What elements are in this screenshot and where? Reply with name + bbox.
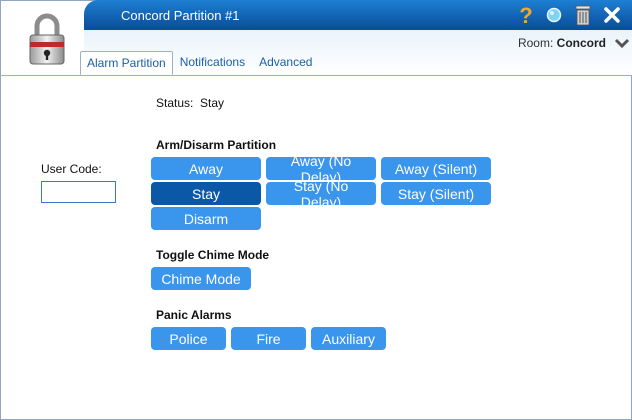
trash-icon[interactable]: [573, 4, 593, 26]
status-value: Stay: [200, 96, 225, 110]
panic-heading: Panic Alarms: [156, 308, 232, 322]
tab-notifications[interactable]: Notifications: [173, 51, 252, 75]
police-button[interactable]: Police: [151, 327, 226, 350]
room-value: Concord: [556, 36, 606, 50]
tab-divider: [0, 75, 632, 76]
info-bubble-icon[interactable]: [544, 4, 564, 26]
chevron-down-icon[interactable]: [614, 36, 630, 50]
fire-button[interactable]: Fire: [231, 327, 306, 350]
auxiliary-button[interactable]: Auxiliary: [311, 327, 386, 350]
disarm-button[interactable]: Disarm: [151, 207, 261, 230]
room-label: Room:: [517, 36, 554, 50]
stay-button[interactable]: Stay: [151, 182, 261, 205]
room-indicator: Room: Concord: [518, 36, 606, 50]
chime-mode-button[interactable]: Chime Mode: [151, 267, 251, 290]
chime-heading: Toggle Chime Mode: [156, 248, 270, 262]
tab-alarm-partition[interactable]: Alarm Partition: [80, 51, 173, 75]
window-title: Concord Partition #1: [121, 8, 240, 23]
arm-disarm-heading: Arm/Disarm Partition: [156, 138, 277, 152]
away-silent-button[interactable]: Away (Silent): [381, 157, 491, 180]
svg-text:?: ?: [519, 4, 532, 26]
status-label: Status:: [156, 96, 194, 110]
title-bar: Concord Partition #1 ?: [84, 0, 632, 30]
tab-bar: Alarm Partition Notifications Advanced: [80, 51, 319, 75]
stay-silent-button[interactable]: Stay (Silent): [381, 182, 491, 205]
tab-advanced[interactable]: Advanced: [252, 51, 319, 75]
padlock-icon: [29, 13, 65, 65]
user-code-input[interactable]: [41, 181, 116, 203]
close-icon[interactable]: [602, 4, 622, 26]
status-line: Status: Stay: [156, 96, 224, 110]
stay-no-delay-button[interactable]: Stay (No Delay): [266, 178, 376, 210]
away-button[interactable]: Away: [151, 157, 261, 180]
user-code-label: User Code:: [41, 162, 102, 176]
help-icon[interactable]: ?: [516, 4, 536, 26]
